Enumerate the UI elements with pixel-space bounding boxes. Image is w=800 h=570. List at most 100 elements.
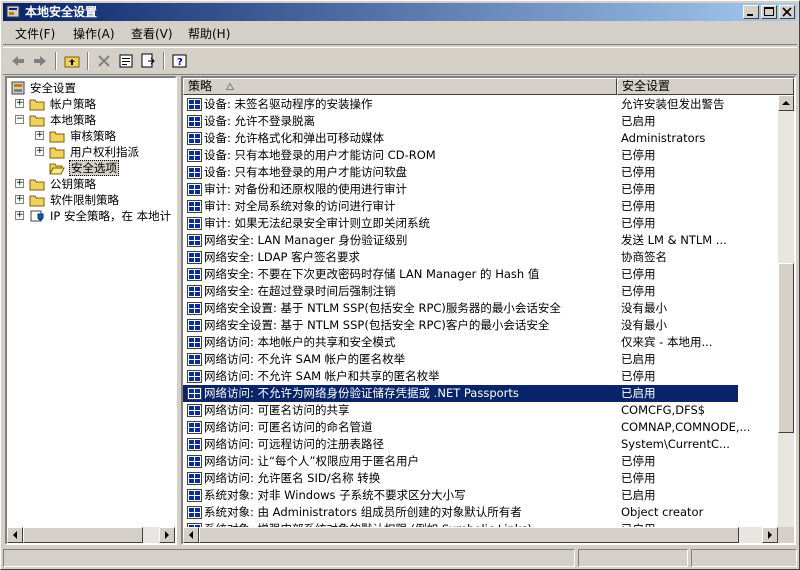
policy-setting: 发送 LM & NTLM ... bbox=[621, 233, 727, 247]
menu-file[interactable]: 文件(F) bbox=[15, 27, 55, 41]
export-list-icon[interactable] bbox=[139, 52, 157, 70]
policy-icon bbox=[187, 387, 202, 400]
tree-label: 帐户策略 bbox=[50, 97, 96, 111]
policy-name: 网络访问: 不允许为网络身份验证储存凭据或 .NET Passports bbox=[204, 386, 519, 400]
policy-name: 网络访问: 允许匿名 SID/名称 转换 bbox=[204, 471, 381, 485]
policy-icon bbox=[187, 404, 202, 417]
maximize-icon bbox=[764, 7, 774, 16]
policy-row[interactable]: 设备: 允许格式化和弹出可移动媒体 Administrators bbox=[183, 130, 738, 147]
properties-icon[interactable] bbox=[117, 52, 135, 70]
up-one-level-icon[interactable] bbox=[63, 52, 81, 70]
menu-view[interactable]: 查看(V) bbox=[131, 27, 173, 41]
policy-row[interactable]: 网络访问: 可匿名访问的共享 COMCFG,DFS$ bbox=[183, 402, 738, 419]
scroll-right-button[interactable] bbox=[762, 527, 778, 543]
policy-setting: Administrators bbox=[621, 131, 706, 145]
expand-plus-icon[interactable]: + bbox=[15, 179, 24, 188]
collapse-minus-icon[interactable]: − bbox=[15, 115, 24, 124]
svg-text:?: ? bbox=[177, 57, 183, 68]
tree-pane[interactable]: 安全设置 + 帐户策略 − 本地策略 + 审核策略 + 用户权利指派 安全选项 … bbox=[5, 76, 177, 545]
tree-item-user-rights[interactable]: + 用户权利指派 bbox=[7, 144, 175, 160]
minimize-button[interactable] bbox=[743, 5, 759, 19]
tree-horizontal-scrollbar[interactable] bbox=[7, 527, 175, 543]
policy-row[interactable]: 设备: 允许不登录脱离 已启用 bbox=[183, 113, 738, 130]
policy-icon bbox=[187, 285, 202, 298]
back-arrow-icon[interactable] bbox=[9, 52, 27, 70]
scroll-left-button[interactable] bbox=[183, 527, 199, 543]
expand-plus-icon[interactable]: + bbox=[35, 147, 44, 156]
list-vertical-scrollbar[interactable] bbox=[778, 95, 794, 543]
policy-row[interactable]: 网络访问: 允许匿名 SID/名称 转换 已停用 bbox=[183, 470, 738, 487]
policy-setting: 已启用 bbox=[621, 386, 656, 400]
close-button[interactable] bbox=[779, 5, 795, 19]
tree-item-public-key[interactable]: + 公钥策略 bbox=[7, 176, 175, 192]
policy-name: 设备: 只有本地登录的用户才能访问软盘 bbox=[204, 165, 408, 179]
list-hscroll-thumb[interactable] bbox=[199, 527, 739, 543]
scroll-left-button[interactable] bbox=[7, 527, 23, 543]
policy-name: 网络安全设置: 基于 NTLM SSP(包括安全 RPC)服务器的最小会话安全 bbox=[204, 301, 561, 315]
list-horizontal-scrollbar[interactable] bbox=[183, 527, 778, 543]
policy-row[interactable]: 网络访问: 可匿名访问的命名管道 COMNAP,COMNODE,... bbox=[183, 419, 750, 436]
title-bar[interactable]: 本地安全设置 bbox=[3, 3, 797, 21]
menu-action[interactable]: 操作(A) bbox=[73, 27, 115, 41]
scroll-left-icon bbox=[13, 531, 17, 539]
policy-icon bbox=[187, 217, 202, 230]
policy-row[interactable]: 网络安全设置: 基于 NTLM SSP(包括安全 RPC)服务器的最小会话安全 没… bbox=[183, 300, 738, 317]
list-scroll-thumb[interactable] bbox=[778, 263, 794, 433]
policy-row[interactable]: 系统对象: 由 Administrators 组成员所创建的对象默认所有者 Obj… bbox=[183, 504, 738, 521]
policy-setting: 协商签名 bbox=[621, 250, 667, 264]
tree-item-security-options[interactable]: 安全选项 bbox=[7, 160, 175, 176]
policy-setting: 仅来宾 - 本地用... bbox=[621, 335, 713, 349]
forward-arrow-icon[interactable] bbox=[31, 52, 49, 70]
tree-item-audit-policy[interactable]: + 审核策略 bbox=[7, 128, 175, 144]
policy-icon bbox=[187, 234, 202, 247]
delete-icon[interactable] bbox=[95, 52, 113, 70]
tree-item-account-policy[interactable]: + 帐户策略 bbox=[7, 96, 175, 112]
policy-row[interactable]: 系统对象: 对非 Windows 子系统不要求区分大小写 已启用 bbox=[183, 487, 738, 504]
policy-row[interactable]: 网络访问: 本地帐户的共享和安全模式 仅来宾 - 本地用... bbox=[183, 334, 738, 351]
tree-item-ipsec[interactable]: + IP 安全策略，在 本地计 bbox=[7, 208, 175, 224]
policy-row[interactable]: 网络访问: 可远程访问的注册表路径 System\CurrentC... bbox=[183, 436, 738, 453]
policy-row[interactable]: 网络安全: LDAP 客户签名要求 协商签名 bbox=[183, 249, 738, 266]
scroll-right-icon bbox=[165, 531, 169, 539]
policy-row[interactable]: 审计: 对全局系统对象的访问进行审计 已停用 bbox=[183, 198, 738, 215]
tree-label: 审核策略 bbox=[70, 129, 116, 143]
policy-row[interactable]: 网络访问: 不允许 SAM 帐户的匿名枚举 已启用 bbox=[183, 351, 738, 368]
scroll-up-button[interactable] bbox=[778, 95, 794, 111]
policy-row[interactable]: 网络访问: 让“每个人”权限应用于匿名用户 已停用 bbox=[183, 453, 738, 470]
tree-item-software-restriction[interactable]: + 软件限制策略 bbox=[7, 192, 175, 208]
policy-row[interactable]: 网络安全: LAN Manager 身份验证级别 发送 LM & NTLM ... bbox=[183, 232, 738, 249]
folder-icon bbox=[29, 115, 45, 127]
policy-icon bbox=[187, 115, 202, 128]
expand-plus-icon[interactable]: + bbox=[15, 195, 24, 204]
policy-row[interactable]: 审计: 对备份和还原权限的使用进行审计 已停用 bbox=[183, 181, 738, 198]
maximize-button[interactable] bbox=[761, 5, 777, 19]
policy-name: 网络访问: 不允许 SAM 帐户的匿名枚举 bbox=[204, 352, 406, 366]
tree-item-security-settings[interactable]: 安全设置 bbox=[7, 80, 175, 96]
policy-row[interactable]: 审计: 如果无法纪录安全审计则立即关闭系统 已停用 bbox=[183, 215, 738, 232]
policy-icon bbox=[187, 98, 202, 111]
policy-row[interactable]: 网络安全: 不要在下次更改密码时存储 LAN Manager 的 Hash 值 已… bbox=[183, 266, 738, 283]
policy-icon bbox=[187, 319, 202, 332]
sort-ascending-icon bbox=[226, 83, 234, 90]
policy-list-pane[interactable]: 策略 安全设置 设备: 未签名驱动程序的安装操作 允许安装但发出警告 设备: 允许不… bbox=[181, 76, 796, 545]
expand-plus-icon[interactable]: + bbox=[35, 131, 44, 140]
tree-scroll-thumb[interactable] bbox=[23, 527, 143, 543]
policy-icon bbox=[187, 489, 202, 502]
tree-item-local-policy[interactable]: − 本地策略 bbox=[7, 112, 175, 128]
help-icon[interactable]: ? bbox=[171, 52, 189, 70]
expand-plus-icon[interactable]: + bbox=[15, 99, 24, 108]
column-header-policy[interactable]: 策略 bbox=[183, 78, 617, 95]
policy-row[interactable]: 网络安全设置: 基于 NTLM SSP(包括安全 RPC)客户的最小会话安全 没有… bbox=[183, 317, 738, 334]
policy-row[interactable]: 设备: 只有本地登录的用户才能访问软盘 已停用 bbox=[183, 164, 738, 181]
column-header-setting[interactable]: 安全设置 bbox=[617, 78, 794, 95]
scroll-right-button[interactable] bbox=[159, 527, 175, 543]
policy-row-selected[interactable]: 网络访问: 不允许为网络身份验证储存凭据或 .NET Passports 已启用 bbox=[183, 385, 738, 402]
column-header-label: 策略 bbox=[188, 79, 213, 93]
menu-help[interactable]: 帮助(H) bbox=[188, 27, 230, 41]
policy-row[interactable]: 网络安全: 在超过登录时间后强制注销 已停用 bbox=[183, 283, 738, 300]
policy-setting: 已停用 bbox=[621, 165, 656, 179]
policy-row[interactable]: 设备: 未签名驱动程序的安装操作 允许安装但发出警告 bbox=[183, 96, 738, 113]
expand-plus-icon[interactable]: + bbox=[15, 211, 24, 220]
policy-row[interactable]: 网络访问: 不允许 SAM 帐户和共享的匿名枚举 已停用 bbox=[183, 368, 738, 385]
policy-row[interactable]: 设备: 只有本地登录的用户才能访问 CD-ROM 已停用 bbox=[183, 147, 738, 164]
